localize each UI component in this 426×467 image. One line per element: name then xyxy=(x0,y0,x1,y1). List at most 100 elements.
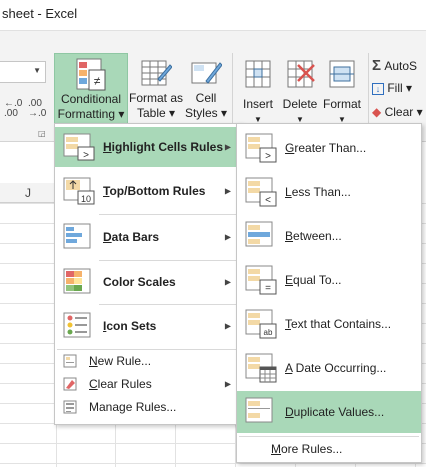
menu-item-label: More Rules... xyxy=(271,442,343,456)
svg-text:<: < xyxy=(265,195,271,206)
insert-button[interactable]: Insert ▼ xyxy=(238,55,278,127)
svg-text:ab: ab xyxy=(264,328,273,337)
clear-rules-icon xyxy=(63,377,77,391)
menu-item-icon-sets[interactable]: Icon Sets ▶ xyxy=(55,306,241,346)
top-bottom-rules-icon: 10 xyxy=(63,177,95,205)
cell-styles-label-1: Cell xyxy=(195,91,217,105)
menu-item-label: Duplicate Values... xyxy=(285,405,385,419)
equal-to-icon: = xyxy=(245,265,277,295)
menu-item-manage-rules[interactable]: Manage Rules... xyxy=(55,396,241,418)
menu-item-label: Less Than... xyxy=(285,185,351,199)
menu-item-greater-than[interactable]: > Greater Than... xyxy=(237,127,421,169)
svg-text:10: 10 xyxy=(81,194,91,204)
fill-down-icon: ↓ xyxy=(372,83,384,95)
fill-label: Fill ▾ xyxy=(387,81,413,95)
chevron-right-icon: ▶ xyxy=(224,277,231,287)
cell-styles-label-2: Styles ▾ xyxy=(184,106,228,120)
menu-item-label: Greater Than... xyxy=(285,141,367,155)
duplicate-values-icon xyxy=(245,397,273,423)
format-label: Format xyxy=(322,97,361,111)
chevron-down-icon: ▼ xyxy=(33,66,41,75)
menu-item-label: New Rule... xyxy=(89,354,152,368)
chevron-right-icon: ▶ xyxy=(224,232,231,242)
increase-decimal-icon: ←.0.00 xyxy=(4,98,23,119)
insert-label: Insert xyxy=(242,97,273,111)
menu-item-top-bottom-rules[interactable]: 10 Top/Bottom Rules ▶ xyxy=(55,171,241,211)
menu-item-label: Equal To... xyxy=(285,273,342,287)
date-occurring-icon xyxy=(245,353,277,383)
fill-button[interactable]: ↓ Fill ▾ xyxy=(372,81,412,95)
number-format-dropdown[interactable]: ▼ xyxy=(0,61,46,83)
menu-item-highlight-cells-rules[interactable]: > Highlight Cells Rules ▶ xyxy=(55,127,241,167)
chevron-right-icon: ▶ xyxy=(224,142,231,152)
cell-styles-icon xyxy=(191,62,222,84)
delete-button[interactable]: Delete ▼ xyxy=(280,55,320,127)
menu-item-label: Data Bars xyxy=(103,230,160,244)
conditional-formatting-icon: ≠ xyxy=(76,58,106,91)
menu-item-date-occurring[interactable]: A Date Occurring... xyxy=(237,347,421,389)
menu-item-text-contains[interactable]: ab Text that Contains... xyxy=(237,303,421,345)
color-scales-icon xyxy=(63,268,91,294)
menu-item-more-rules[interactable]: More Rules... xyxy=(237,438,421,460)
menu-item-label: Clear Rules xyxy=(89,377,152,391)
svg-text:=: = xyxy=(265,283,271,294)
menu-item-clear-rules[interactable]: Clear Rules ▶ xyxy=(55,373,241,395)
chevron-right-icon: ▶ xyxy=(224,379,231,389)
svg-text:>: > xyxy=(265,151,271,162)
svg-text:>: > xyxy=(83,150,89,161)
conditional-formatting-label-1: Conditional xyxy=(60,92,122,106)
less-than-icon: < xyxy=(245,177,277,207)
dialog-launcher-icon[interactable]: ◲ xyxy=(38,129,46,138)
greater-than-icon: > xyxy=(245,133,277,163)
decrease-decimal-icon: .00 →.0 xyxy=(28,98,47,119)
highlight-cells-rules-icon: > xyxy=(63,133,95,161)
manage-rules-icon xyxy=(63,400,77,414)
format-cells-icon xyxy=(329,60,355,88)
format-as-table-label-2: Table ▾ xyxy=(136,106,176,120)
cell-styles-button[interactable]: Cell Styles ▾ xyxy=(184,55,228,121)
menu-item-label: Manage Rules... xyxy=(89,400,177,414)
format-as-table-label-1: Format as xyxy=(128,91,183,105)
between-icon xyxy=(245,221,273,247)
conditional-formatting-label-2: Formatting ▾ xyxy=(57,107,125,121)
format-as-table-button[interactable]: Format as Table ▾ xyxy=(128,55,184,121)
insert-cells-icon xyxy=(245,60,271,88)
menu-item-label: Color Scales xyxy=(103,275,176,289)
highlight-cells-rules-submenu: > Greater Than... < Less Than... Between… xyxy=(236,123,422,463)
clear-button[interactable]: ◆ Clear ▾ xyxy=(372,105,423,119)
conditional-formatting-menu: > Highlight Cells Rules ▶ 10 Top/Bottom … xyxy=(54,123,242,425)
svg-text:≠: ≠ xyxy=(94,74,101,88)
menu-item-color-scales[interactable]: Color Scales ▶ xyxy=(55,262,241,302)
delete-label: Delete xyxy=(282,97,318,111)
increase-decimal-button[interactable]: ←.0.00 xyxy=(4,99,22,119)
menu-item-data-bars[interactable]: Data Bars ▶ xyxy=(55,217,241,257)
data-bars-icon xyxy=(63,223,91,249)
decrease-decimal-button[interactable]: .00 →.0 xyxy=(28,99,46,119)
menu-item-between[interactable]: Between... xyxy=(237,215,421,257)
autosum-label: AutoS xyxy=(384,59,418,73)
format-as-table-icon xyxy=(141,60,172,86)
chevron-right-icon: ▶ xyxy=(224,321,231,331)
column-header-j[interactable]: J xyxy=(0,183,56,203)
sigma-icon: Σ xyxy=(372,57,382,74)
menu-item-label: Text that Contains... xyxy=(285,317,392,331)
delete-cells-icon xyxy=(287,60,315,88)
chevron-right-icon: ▶ xyxy=(224,186,231,196)
new-rule-icon xyxy=(63,354,77,368)
menu-item-label: Icon Sets xyxy=(103,319,157,333)
text-contains-icon: ab xyxy=(245,309,277,339)
menu-item-less-than[interactable]: < Less Than... xyxy=(237,171,421,213)
menu-item-label: Highlight Cells Rules xyxy=(103,140,224,154)
eraser-icon: ◆ xyxy=(372,105,382,119)
menu-item-duplicate-values[interactable]: Duplicate Values... xyxy=(237,391,421,433)
autosum-button[interactable]: Σ AutoS xyxy=(372,57,417,74)
menu-item-label: Top/Bottom Rules xyxy=(103,184,206,198)
clear-label: Clear ▾ xyxy=(384,105,423,119)
format-button[interactable]: Format ▼ xyxy=(320,55,364,127)
menu-item-label: Between... xyxy=(285,229,342,243)
icon-sets-icon xyxy=(63,312,91,338)
window-title: sheet - Excel xyxy=(0,0,426,30)
menu-item-label: A Date Occurring... xyxy=(285,361,387,375)
menu-item-new-rule[interactable]: New Rule... xyxy=(55,350,241,372)
menu-item-equal-to[interactable]: = Equal To... xyxy=(237,259,421,301)
